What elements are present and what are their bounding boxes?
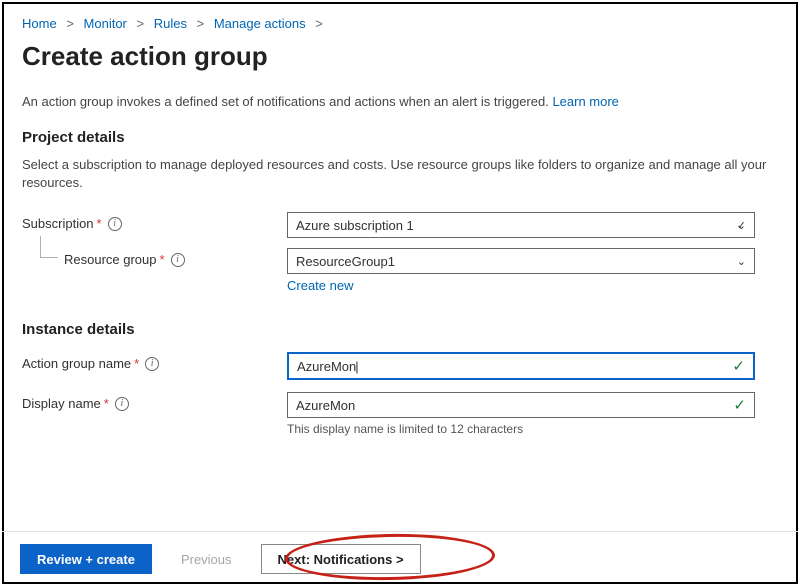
breadcrumb-sep: > (66, 16, 74, 31)
resource-group-label: Resource group * i (22, 248, 287, 267)
chevron-down-icon: ⌄ (737, 219, 746, 232)
breadcrumb-sep: > (197, 16, 205, 31)
instance-details-heading: Instance details (22, 321, 778, 338)
action-group-name-value: AzureMon (297, 359, 359, 374)
previous-button: Previous (164, 544, 249, 574)
resource-group-select[interactable]: ResourceGroup1 ⌄ (287, 248, 755, 274)
breadcrumb-manage-actions[interactable]: Manage actions (214, 16, 306, 31)
valid-check-icon: ✓ (733, 396, 746, 414)
required-asterisk: * (104, 396, 109, 411)
project-details-heading: Project details (22, 129, 778, 146)
info-icon[interactable]: i (171, 253, 185, 267)
info-icon[interactable]: i (108, 217, 122, 231)
footer-bar: Review + create Previous Next: Notificat… (2, 531, 798, 586)
instance-details-section: Instance details Action group name * i A… (22, 321, 778, 436)
breadcrumb-rules[interactable]: Rules (154, 16, 187, 31)
subscription-row: Subscription * i Azure subscription 1 ✓ … (22, 212, 778, 238)
display-name-label-text: Display name (22, 396, 101, 411)
resource-group-label-text: Resource group (64, 252, 157, 267)
breadcrumb-home[interactable]: Home (22, 16, 57, 31)
required-asterisk: * (97, 216, 102, 231)
learn-more-link[interactable]: Learn more (552, 94, 618, 109)
subscription-select[interactable]: Azure subscription 1 ✓ ⌄ (287, 212, 755, 238)
resource-group-row: Resource group * i ResourceGroup1 ⌄ Crea… (22, 248, 778, 293)
info-icon[interactable]: i (145, 357, 159, 371)
display-name-value: AzureMon (296, 398, 355, 413)
display-name-label: Display name * i (22, 392, 287, 411)
breadcrumb-sep: > (315, 16, 323, 31)
display-name-input[interactable]: AzureMon ✓ (287, 392, 755, 418)
resource-group-value: ResourceGroup1 (296, 254, 395, 269)
review-create-button[interactable]: Review + create (20, 544, 152, 574)
indent-line (40, 236, 58, 258)
display-name-helper: This display name is limited to 12 chara… (287, 422, 755, 436)
chevron-down-icon: ⌄ (737, 255, 746, 268)
required-asterisk: * (134, 356, 139, 371)
action-group-name-label-text: Action group name (22, 356, 131, 371)
breadcrumb-sep: > (137, 16, 145, 31)
info-icon[interactable]: i (115, 397, 129, 411)
page-description: An action group invokes a defined set of… (22, 94, 778, 109)
action-group-name-input[interactable]: AzureMon ✓ (287, 352, 755, 380)
subscription-value: Azure subscription 1 (296, 218, 414, 233)
subscription-label-text: Subscription (22, 216, 94, 231)
breadcrumb: Home > Monitor > Rules > Manage actions … (22, 16, 778, 31)
action-group-name-row: Action group name * i AzureMon ✓ (22, 352, 778, 380)
breadcrumb-monitor[interactable]: Monitor (84, 16, 127, 31)
valid-check-icon: ✓ (732, 357, 745, 375)
description-text: An action group invokes a defined set of… (22, 94, 552, 109)
project-details-section: Project details Select a subscription to… (22, 129, 778, 293)
next-notifications-button[interactable]: Next: Notifications > (261, 544, 421, 574)
required-asterisk: * (160, 252, 165, 267)
action-group-name-label: Action group name * i (22, 352, 287, 371)
project-details-desc: Select a subscription to manage deployed… (22, 156, 778, 192)
page-title: Create action group (22, 41, 778, 72)
display-name-row: Display name * i AzureMon ✓ This display… (22, 392, 778, 436)
subscription-label: Subscription * i (22, 212, 287, 231)
create-new-link[interactable]: Create new (287, 278, 353, 293)
